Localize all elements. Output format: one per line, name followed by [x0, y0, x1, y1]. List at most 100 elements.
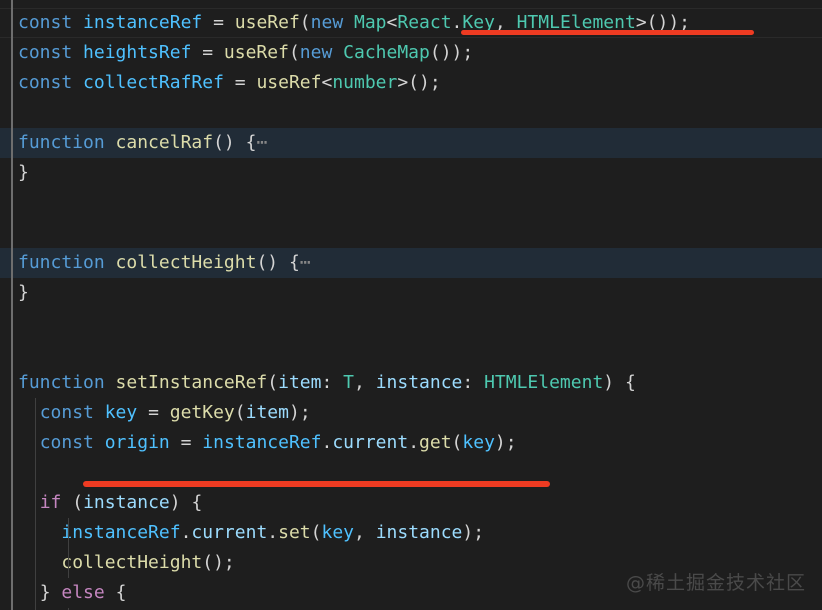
code-token: get: [419, 432, 452, 453]
indent-guide: [35, 548, 36, 578]
code-line[interactable]: const collectRafRef = useRef<number>();: [0, 68, 822, 98]
code-line[interactable]: if (instance) {: [0, 488, 822, 518]
underline-generic-params: [461, 30, 754, 35]
code-token: key: [462, 432, 495, 453]
indent-guide: [35, 398, 36, 428]
code-token: const: [18, 12, 73, 33]
code-token: instanceRef: [61, 522, 181, 543]
code-token: =: [137, 402, 170, 423]
code-line[interactable]: [0, 188, 822, 218]
code-token: <: [386, 12, 398, 33]
code-token: useRef: [234, 12, 300, 33]
code-line[interactable]: function cancelRaf() {⋯: [0, 128, 822, 158]
code-token: (: [288, 42, 300, 63]
indent-guide: [35, 428, 36, 458]
code-token: React: [397, 12, 452, 33]
code-token: T: [343, 372, 354, 393]
indent-guide: [68, 518, 69, 548]
code-token: }: [18, 162, 29, 183]
indent-guide: [35, 518, 36, 548]
code-token: (: [61, 492, 84, 513]
code-token: (: [310, 522, 322, 543]
code-token: const: [18, 72, 73, 93]
code-line[interactable]: const heightsRef = useRef(new CacheMap()…: [0, 38, 822, 68]
code-token: Map: [354, 12, 387, 33]
code-token: instance: [375, 372, 463, 393]
code-token: setInstanceRef: [115, 372, 268, 393]
code-token: =: [202, 12, 235, 33]
code-token: () {: [213, 132, 257, 153]
code-line[interactable]: const key = getKey(item);: [0, 398, 822, 428]
code-token: );: [462, 522, 485, 543]
editor-gutter-rule: [11, 0, 13, 610]
indent-guide: [35, 488, 36, 518]
code-token: key: [321, 522, 354, 543]
code-token: cancelRaf: [115, 132, 214, 153]
code-token: ⋯: [256, 132, 268, 153]
code-line[interactable]: }: [0, 278, 822, 308]
code-token: (: [451, 432, 463, 453]
code-token: =: [169, 432, 203, 453]
code-token: .: [267, 522, 279, 543]
code-token: =: [223, 72, 257, 93]
code-line[interactable]: [0, 0, 822, 8]
code-token: function: [18, 132, 105, 153]
code-token: ());: [429, 42, 474, 63]
code-line[interactable]: const origin = instanceRef.current.get(k…: [0, 428, 822, 458]
code-token: :: [462, 372, 485, 393]
indent-guide: [35, 578, 36, 608]
code-token: collectHeight: [115, 252, 257, 273]
code-line[interactable]: [0, 308, 822, 338]
code-token: :: [321, 372, 344, 393]
code-token: const: [18, 42, 73, 63]
code-token: ) {: [603, 372, 636, 393]
code-token: }: [18, 282, 29, 303]
code-token: set: [278, 522, 311, 543]
code-token: getKey: [169, 402, 235, 423]
code-token: origin: [104, 432, 170, 453]
code-token: .: [408, 432, 420, 453]
code-token: ();: [202, 552, 235, 573]
code-line[interactable]: instanceRef.current.set(key, instance);: [0, 518, 822, 548]
code-line[interactable]: function collectHeight() {⋯: [0, 248, 822, 278]
code-token: item: [245, 402, 289, 423]
code-token: useRef: [223, 42, 289, 63]
code-line[interactable]: }: [0, 158, 822, 188]
code-line[interactable]: function setInstanceRef(item: T, instanc…: [0, 368, 822, 398]
underline-set-call: [83, 481, 550, 487]
code-token: key: [104, 402, 138, 423]
code-token: number: [332, 72, 398, 93]
code-token: ,: [354, 522, 376, 543]
code-token: const: [39, 402, 94, 423]
code-token: (: [299, 12, 311, 33]
code-token: CacheMap: [343, 42, 430, 63]
code-line[interactable]: [0, 338, 822, 368]
code-line[interactable]: [0, 218, 822, 248]
code-token: HTMLElement: [484, 372, 604, 393]
code-token: (: [267, 372, 279, 393]
code-token: new: [310, 12, 344, 33]
watermark: @稀土掘金技术社区: [625, 572, 806, 594]
code-token: .: [180, 522, 192, 543]
code-token: function: [18, 252, 105, 273]
code-token: (: [234, 402, 246, 423]
code-token: else: [61, 582, 105, 603]
code-token: current: [332, 432, 409, 453]
code-editor-viewport[interactable]: const instanceRef = useRef(new Map<React…: [0, 0, 822, 610]
code-token: {: [104, 582, 127, 603]
code-token: collectRafRef: [83, 72, 224, 93]
code-token: heightsRef: [83, 42, 192, 63]
code-line[interactable]: [0, 98, 822, 128]
